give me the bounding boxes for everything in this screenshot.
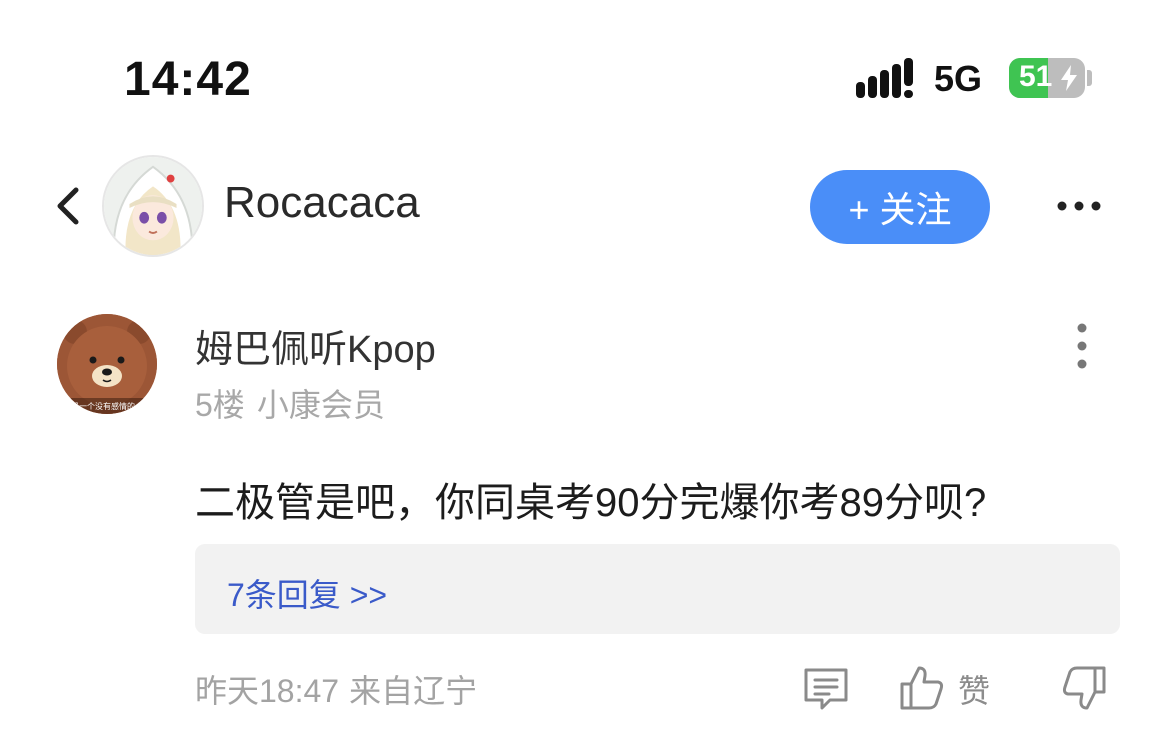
commenter-avatar[interactable]: 是一个没有感情的会 — [57, 314, 157, 414]
battery-level: 51 — [1019, 60, 1053, 93]
charging-bolt-icon — [1061, 65, 1077, 91]
signal-icon — [856, 58, 913, 98]
comment-footer: 昨天18:47 来自辽宁 — [195, 666, 477, 712]
more-horizontal-icon[interactable] — [1056, 196, 1102, 216]
comment-time: 昨天18:47 — [195, 673, 340, 709]
replies-panel[interactable]: 7条回复 >> — [195, 544, 1120, 634]
reply-icon[interactable] — [802, 666, 850, 712]
comment-author[interactable]: 姆巴佩听Kpop — [195, 318, 436, 373]
follow-button[interactable]: + 关注 — [810, 170, 990, 244]
comment-floor: 5楼 — [195, 387, 245, 423]
member-badge: 小康会员 — [256, 387, 385, 423]
network-type: 5G — [934, 58, 983, 99]
comment-meta: 5楼 小康会员 — [195, 380, 385, 426]
battery-cap — [1087, 70, 1092, 86]
status-time: 14:42 — [124, 53, 252, 106]
avatar-caption: 是一个没有感情的会 — [71, 401, 143, 411]
thumbs-down-icon[interactable] — [1058, 664, 1108, 712]
anime-avatar-image — [104, 157, 202, 255]
profile-username[interactable]: Rocacaca — [224, 178, 420, 228]
comment-text: 二极管是吧，你同桌考90分完爆你考89分呗? — [195, 481, 987, 525]
more-vertical-icon[interactable] — [1070, 322, 1094, 370]
thumbs-up-icon[interactable] — [898, 664, 946, 712]
like-label[interactable]: 赞 — [958, 666, 990, 712]
comment-location: 来自辽宁 — [349, 673, 478, 709]
chevron-left-icon[interactable] — [54, 186, 84, 226]
battery-charging-icon: 51 — [1009, 58, 1085, 98]
bear-avatar-image: 是一个没有感情的会 — [57, 314, 157, 414]
view-replies-link[interactable]: 7条回复 >> — [227, 570, 387, 616]
user-avatar[interactable] — [102, 155, 204, 257]
